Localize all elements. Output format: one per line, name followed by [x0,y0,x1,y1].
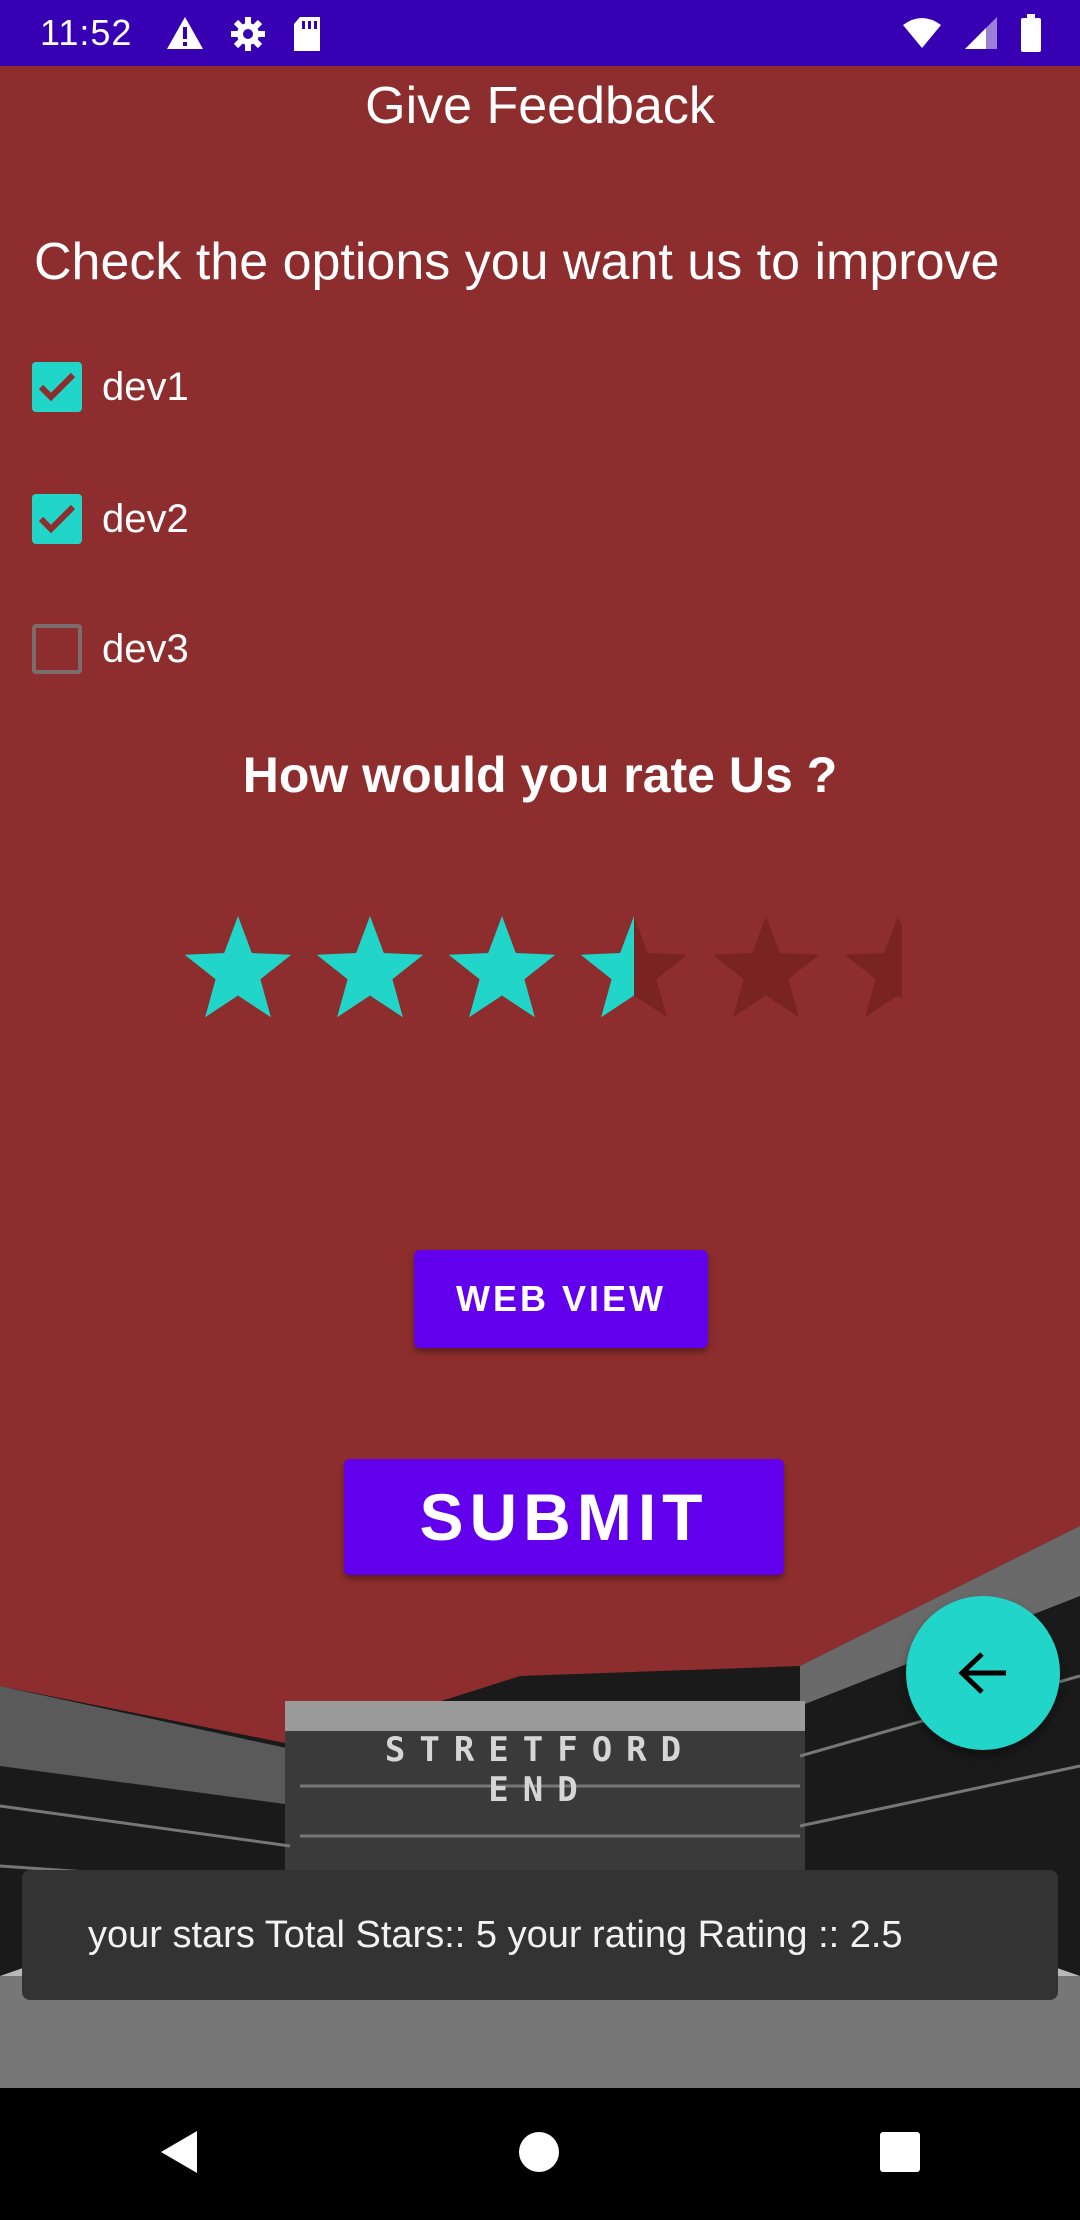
rating-question: How would you rate Us ? [242,747,838,803]
gear-icon [230,16,266,57]
battery-icon [1020,14,1042,57]
arrow-back-icon [958,1652,1006,1694]
rating-star-6[interactable] [844,916,922,1018]
rating-bar[interactable] [182,912,922,1032]
recents-square-icon[interactable] [879,2131,921,2178]
stadium-sign-line1: STRETFORD [384,1730,696,1770]
status-icons-left [166,16,322,57]
checkbox-row-dev3[interactable]: dev3 [32,624,189,674]
status-icons-right [902,14,1042,57]
checkbox-dev2[interactable] [32,494,82,544]
back-fab[interactable] [906,1596,1060,1750]
checkbox-row-dev2[interactable]: dev2 [32,494,189,544]
navigation-bar [0,2088,1080,2220]
checkbox-label-dev1: dev1 [102,364,189,409]
status-bar: 11:52 [0,0,1080,66]
rating-star-fill-2 [316,916,424,1018]
rating-star-5[interactable] [712,916,820,1018]
toast-message: your stars Total Stars:: 5 your rating R… [22,1870,1058,2000]
checkbox-label-dev3: dev3 [102,626,189,671]
signal-icon [964,16,998,55]
feedback-prompt: Check the options you want us to improve [34,233,1000,291]
web-view-button[interactable]: WEB VIEW [414,1250,708,1348]
check-icon [38,372,76,402]
home-circle-icon[interactable] [518,2131,560,2178]
checkbox-row-dev1[interactable]: dev1 [32,362,189,412]
warning-icon [166,16,204,57]
rating-star-fill-3 [448,916,556,1018]
app-content: Give Feedback Check the options you want… [0,66,1080,2088]
page-title: Give Feedback [365,77,715,135]
back-triangle-icon[interactable] [159,2129,199,2180]
checkbox-dev3[interactable] [32,624,82,674]
checkbox-dev1[interactable] [32,362,82,412]
submit-button[interactable]: SUBMIT [344,1459,784,1575]
sd-card-icon [292,16,322,57]
check-icon [38,504,76,534]
rating-star-fill-1 [184,916,292,1018]
toast-text: your stars Total Stars:: 5 your rating R… [88,1913,903,1956]
stadium-sign-line2: END [488,1770,592,1810]
status-time: 11:52 [40,12,133,53]
wifi-icon [902,17,942,54]
checkbox-label-dev2: dev2 [102,496,189,541]
